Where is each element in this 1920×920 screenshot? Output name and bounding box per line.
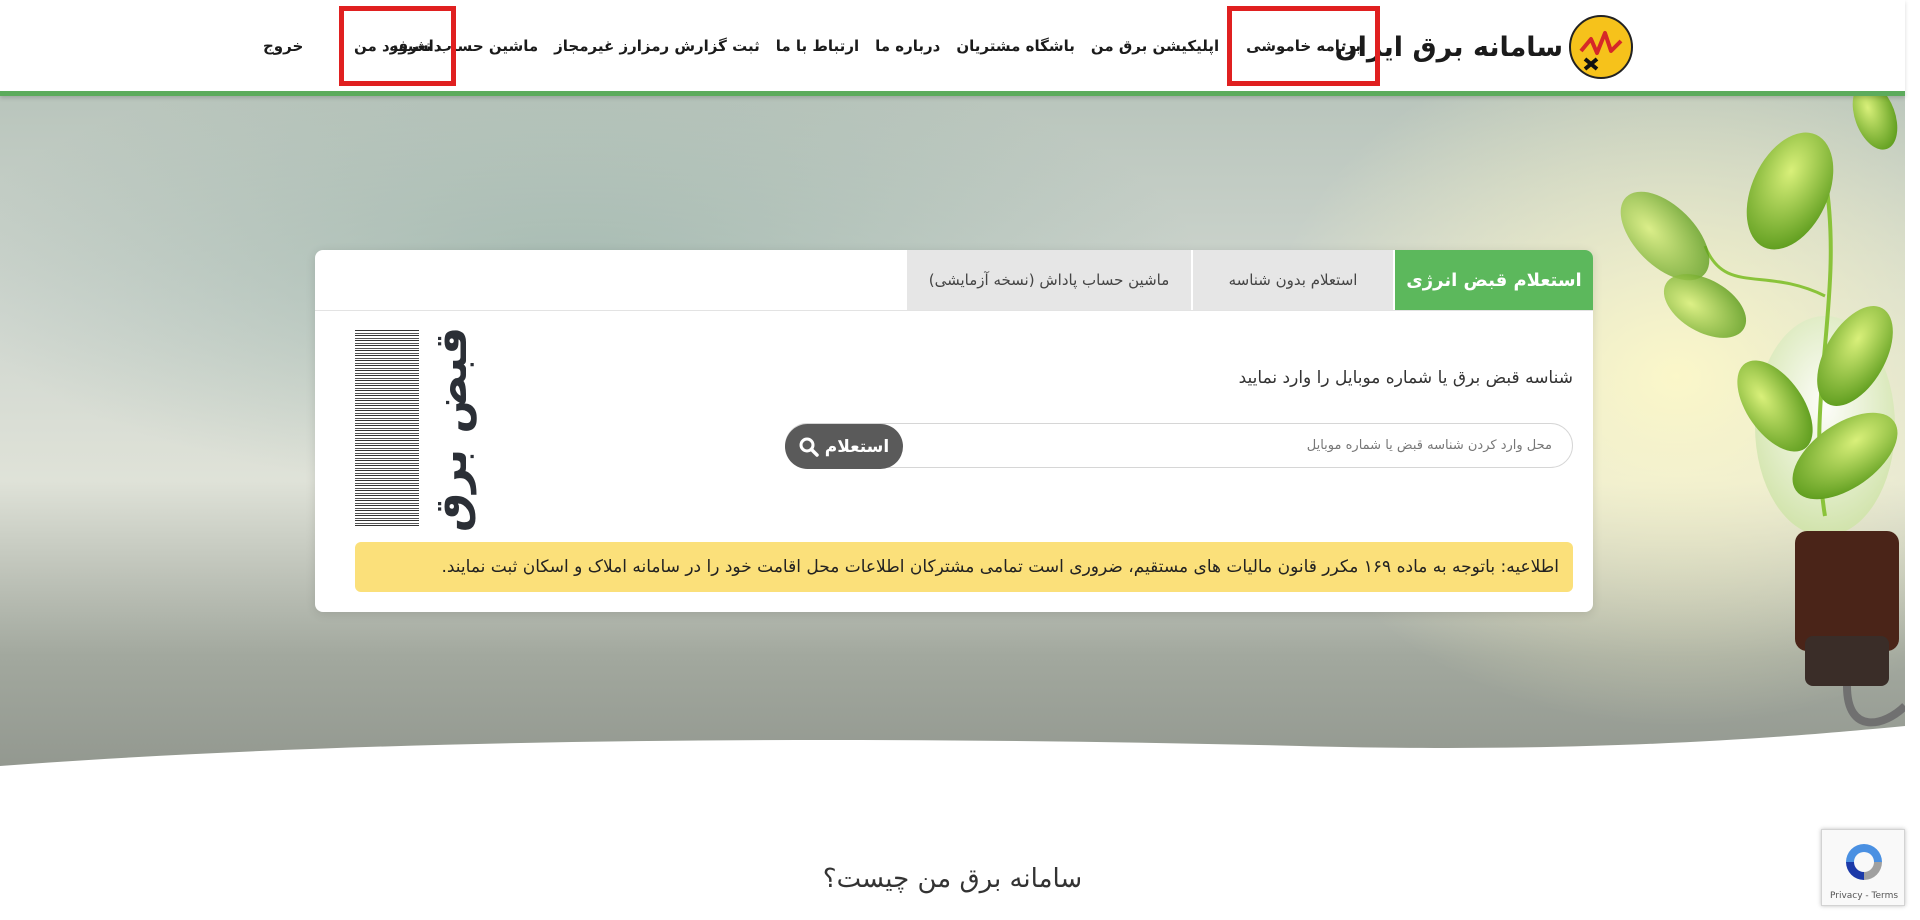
tab-without-id[interactable]: استعلام بدون شناسه (1191, 250, 1393, 310)
inquiry-button[interactable]: استعلام (785, 424, 903, 469)
tab-energy-bill[interactable]: استعلام قبض انرژی (1393, 250, 1593, 310)
nav-report-mining[interactable]: ثبت گزارش رمزارز غیرمجاز (546, 37, 768, 55)
nav-contact[interactable]: ارتباط با ما (768, 37, 867, 55)
search-box: استعلام (785, 423, 1573, 469)
inquiry-button-label: استعلام (824, 436, 890, 457)
inquiry-tabs: استعلام قبض انرژی استعلام بدون شناسه ماش… (905, 250, 1593, 310)
recaptcha-links[interactable]: Privacy - Terms (1822, 891, 1906, 901)
nav-outage-schedule[interactable]: برنامه خاموشی (1227, 5, 1380, 86)
section-title: سامانه برق من چیست؟ (822, 864, 1083, 894)
nav-customer-club[interactable]: باشگاه مشتریان (948, 37, 1083, 55)
bill-logo: قبض برق (423, 326, 481, 531)
bill-id-input[interactable] (912, 424, 1572, 467)
main-nav: برنامه خاموشی اپلیکیشن برق من باشگاه مشت… (381, 0, 1380, 91)
tab-reward-calculator[interactable]: ماشین حساب پاداش (نسخه آزمایشی) (905, 250, 1191, 310)
instruction-text: شناسه قبض برق یا شماره موبایل را وارد نم… (1238, 368, 1573, 388)
recaptcha-icon (1846, 844, 1882, 880)
nav-app[interactable]: اپلیکیشن برق من (1083, 37, 1227, 55)
hero-wave (0, 726, 1905, 796)
notice-banner: اطلاعیه: باتوجه به ماده ۱۶۹ مکرر قانون م… (355, 542, 1573, 592)
bill-inquiry-card: استعلام قبض انرژی استعلام بدون شناسه ماش… (315, 250, 1593, 612)
barcode-graphic (355, 330, 419, 528)
dashboard-link[interactable]: داشبورد من (339, 5, 457, 86)
nav-about[interactable]: درباره ما (867, 37, 948, 55)
logout-link[interactable]: خروج (255, 37, 311, 55)
bill-logo-text: قبض برق (426, 326, 478, 532)
recaptcha-badge[interactable]: Privacy - Terms (1821, 829, 1905, 906)
site-header: سامانه برق ایران برنامه خاموشی اپلیکیشن … (0, 0, 1905, 96)
tab-divider (315, 310, 1593, 311)
user-nav: داشبورد من خروج (255, 0, 457, 91)
search-icon (799, 437, 819, 457)
power-brand-icon (1569, 15, 1633, 79)
